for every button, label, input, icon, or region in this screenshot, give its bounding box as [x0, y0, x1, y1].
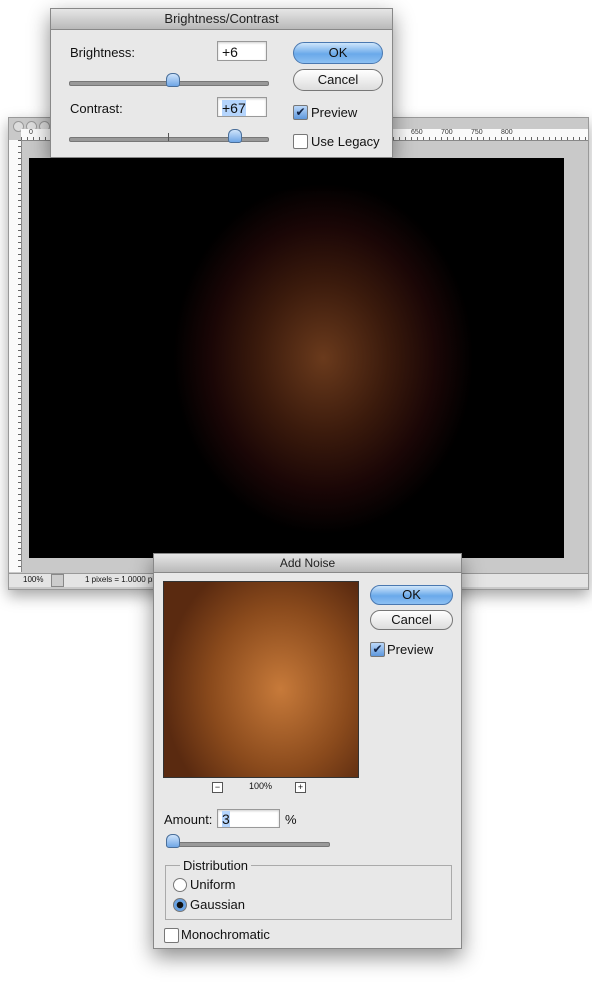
preview-label: Preview — [387, 642, 434, 657]
amount-value: 3 — [222, 811, 230, 827]
monochromatic-checkbox[interactable] — [164, 928, 179, 943]
zoom-level[interactable]: 100% — [23, 575, 43, 584]
amount-input[interactable]: 3 — [217, 809, 280, 828]
dialog-title: Add Noise — [154, 554, 461, 573]
dialog-title: Brightness/Contrast — [51, 9, 392, 30]
contrast-value: +67 — [222, 100, 246, 116]
monochromatic-label: Monochromatic — [181, 927, 270, 942]
status-info: 1 pixels = 1.0000 pixe — [85, 575, 163, 584]
brightness-label: Brightness: — [70, 45, 136, 60]
amount-label: Amount: — [164, 812, 213, 827]
brightness-contrast-dialog: Brightness/Contrast Brightness: +6 Contr… — [50, 8, 393, 158]
preview-label: Preview — [311, 105, 358, 120]
ruler-label: 700 — [441, 129, 453, 136]
contrast-label: Contrast: — [70, 101, 123, 116]
slider-center-tick — [168, 133, 169, 141]
ok-button[interactable]: OK — [293, 42, 383, 64]
gaussian-label: Gaussian — [190, 897, 245, 912]
preview-checkbox[interactable]: ✔ — [293, 105, 308, 120]
amount-unit: % — [285, 812, 297, 827]
cancel-button[interactable]: Cancel — [293, 69, 383, 91]
ok-button[interactable]: OK — [370, 585, 453, 605]
uniform-radio[interactable] — [173, 878, 187, 892]
contrast-input[interactable]: +67 — [217, 97, 267, 117]
use-legacy-label: Use Legacy — [311, 134, 380, 149]
vertical-ruler — [9, 140, 22, 572]
zoom-in-button[interactable]: + — [295, 782, 306, 793]
ruler-label: 650 — [411, 129, 423, 136]
amount-slider[interactable] — [166, 842, 330, 847]
contrast-slider-thumb[interactable] — [228, 129, 242, 143]
status-menu-icon[interactable] — [51, 574, 64, 587]
add-noise-dialog: Add Noise − 100% + OK Cancel ✔ Preview A… — [153, 553, 462, 949]
ruler-label: 800 — [501, 129, 513, 136]
document-window: 0 550 600 650 700 750 800 100% 1 pixels … — [8, 117, 589, 590]
filter-preview[interactable] — [163, 581, 359, 778]
image-canvas[interactable] — [29, 158, 564, 558]
zoom-out-button[interactable]: − — [212, 782, 223, 793]
ruler-label: 750 — [471, 129, 483, 136]
cancel-button[interactable]: Cancel — [370, 610, 453, 630]
preview-checkbox[interactable]: ✔ — [370, 642, 385, 657]
preview-zoom-level: 100% — [249, 781, 273, 791]
distribution-label: Distribution — [180, 858, 252, 873]
amount-slider-thumb[interactable] — [166, 834, 180, 848]
use-legacy-checkbox[interactable] — [293, 134, 308, 149]
gaussian-radio[interactable] — [173, 898, 187, 912]
uniform-label: Uniform — [190, 877, 236, 892]
brightness-slider-thumb[interactable] — [166, 73, 180, 87]
brightness-input[interactable]: +6 — [217, 41, 267, 61]
ruler-label: 0 — [29, 129, 33, 136]
